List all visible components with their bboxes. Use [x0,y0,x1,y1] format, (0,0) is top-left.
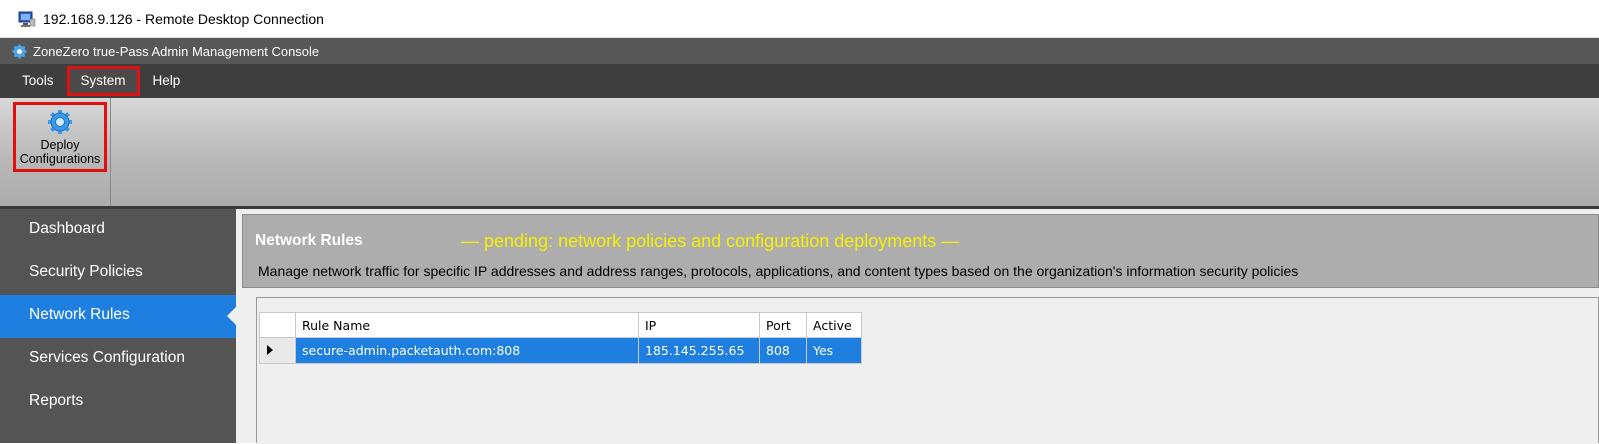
row-indicator[interactable] [259,337,296,364]
rules-panel: Rule Name IP Port Active secure-admin.pa… [256,297,1599,444]
main-panel: Network Rules — pending: network policie… [236,209,1599,444]
column-header-port[interactable]: Port [759,312,807,338]
gear-icon [48,110,72,134]
rules-grid-area: Rule Name IP Port Active secure-admin.pa… [257,298,1598,444]
remote-desktop-icon [18,11,36,27]
page-title: Network Rules [255,232,363,249]
page-header: Network Rules — pending: network policie… [242,214,1599,288]
sidebar-item-network-rules[interactable]: Network Rules [0,295,236,338]
cell-rule-name[interactable]: secure-admin.packetauth.com:808 [295,337,639,364]
cell-ip[interactable]: 185.145.255.65 [638,337,760,364]
deploy-label: Deploy Configurations [20,138,101,166]
sidebar-nav: Dashboard Security Policies Network Rule… [0,209,236,443]
cell-port[interactable]: 808 [759,337,807,364]
pending-notice: — pending: network policies and configur… [461,231,960,251]
table-header-row: Rule Name IP Port Active [259,312,862,338]
sidebar-item-reports[interactable]: Reports [0,381,236,424]
menu-tools[interactable]: Tools [10,68,66,94]
row-arrow-icon [267,345,273,355]
menu-system[interactable]: System [66,66,140,96]
gear-icon [12,43,27,59]
page-description: Manage network traffic for specific IP a… [258,263,1299,279]
ribbon-group: Deploy Configurations [0,98,111,206]
column-header-rule-name[interactable]: Rule Name [295,312,639,338]
sidebar-item-security-policies[interactable]: Security Policies [0,252,236,295]
menu-bar: Tools System Help [0,64,1599,98]
remote-desktop-titlebar: 192.168.9.126 - Remote Desktop Connectio… [0,0,1599,38]
deploy-label-line1: Deploy [40,138,80,152]
deploy-label-line2: Configurations [19,152,101,166]
cell-active[interactable]: Yes [806,337,862,364]
deploy-configurations-button[interactable]: Deploy Configurations [13,102,107,172]
sidebar-item-dashboard[interactable]: Dashboard [0,209,236,252]
remote-desktop-title: 192.168.9.126 - Remote Desktop Connectio… [43,10,324,27]
menu-help[interactable]: Help [141,68,193,94]
ribbon-toolbar: Deploy Configurations [0,98,1599,209]
row-indicator-header [259,312,296,338]
table-row[interactable]: secure-admin.packetauth.com:808 185.145.… [259,337,862,364]
column-header-ip[interactable]: IP [638,312,760,338]
column-header-active[interactable]: Active [806,312,862,338]
app-title: ZoneZero true-Pass Admin Management Cons… [33,43,320,59]
app-titlebar: ZoneZero true-Pass Admin Management Cons… [0,38,1599,64]
sidebar-item-services-configuration[interactable]: Services Configuration [0,338,236,381]
rules-table: Rule Name IP Port Active secure-admin.pa… [259,312,862,364]
